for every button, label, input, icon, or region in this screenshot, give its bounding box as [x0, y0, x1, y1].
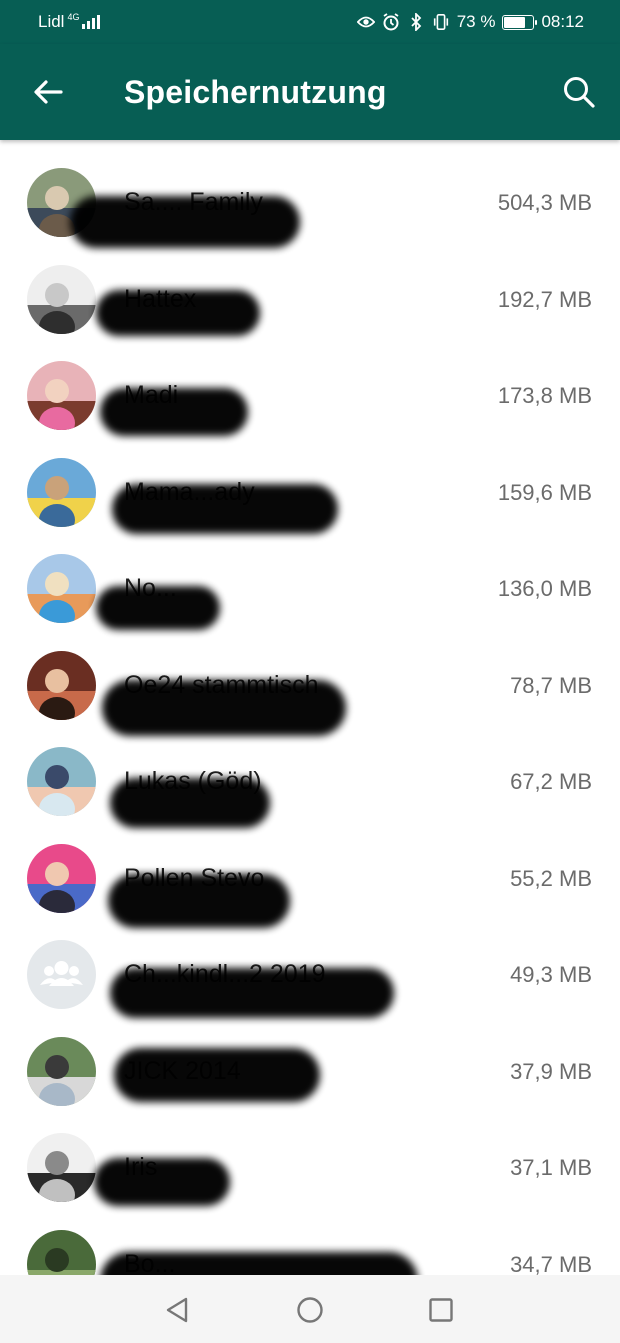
storage-size: 67,2 MB — [510, 769, 592, 794]
signal-icon — [82, 15, 101, 29]
home-circle-icon — [297, 1297, 323, 1323]
page-title: Speichernutzung — [124, 74, 387, 110]
nav-back-button[interactable] — [162, 1295, 192, 1325]
avatar — [27, 1133, 96, 1202]
back-button[interactable] — [30, 76, 66, 108]
storage-size: 192,7 MB — [497, 286, 592, 312]
chat-row[interactable]: JICK 201437,9 MB — [0, 1009, 620, 1106]
storage-size: 55,2 MB — [510, 865, 592, 891]
clock-label: 08:12 — [541, 12, 584, 31]
alarm-icon — [382, 13, 400, 31]
bluetooth-icon — [407, 13, 425, 31]
battery-icon — [502, 14, 538, 30]
vibrate-icon — [432, 13, 450, 31]
storage-size: 49,3 MB — [510, 962, 592, 987]
battery-percent-label: 73 % — [456, 12, 496, 31]
search-button[interactable] — [558, 72, 600, 112]
avatar — [27, 747, 96, 816]
avatar — [27, 457, 96, 527]
avatar — [27, 1036, 96, 1106]
nav-recents-button[interactable] — [426, 1295, 456, 1325]
status-right: 73 % 08:12 — [356, 12, 584, 32]
chat-row[interactable]: Iris37,1 MB — [0, 1105, 620, 1206]
storage-size: 37,9 MB — [510, 1058, 592, 1084]
status-left: Lidl 4G — [38, 11, 101, 32]
chat-row[interactable]: Oe24 stammtisch78,7 MB — [0, 623, 620, 736]
chat-row[interactable]: Madi173,8 MB — [0, 333, 620, 436]
app-bar: Speichernutzung — [0, 44, 620, 140]
redaction-scribble — [94, 1158, 230, 1206]
recents-square-icon — [429, 1298, 453, 1322]
back-triangle-icon — [166, 1297, 188, 1323]
chat-row[interactable]: Pollen Stevo55,2 MB — [0, 816, 620, 928]
arrow-left-icon — [34, 80, 63, 104]
storage-size: 78,7 MB — [510, 672, 592, 698]
avatar — [27, 361, 96, 430]
storage-size: 159,6 MB — [497, 479, 592, 505]
battery-fill — [504, 16, 525, 28]
avatar — [27, 843, 96, 913]
search-icon — [564, 77, 595, 108]
storage-size: 37,1 MB — [510, 1155, 592, 1180]
storage-size: 136,0 MB — [497, 576, 592, 601]
carrier-label: Lidl — [38, 12, 65, 31]
chat-row[interactable]: Sa.... Family504,3 MB — [0, 140, 620, 248]
redaction-scribble — [96, 290, 260, 336]
eye-icon — [356, 13, 375, 31]
storage-size: 504,3 MB — [497, 190, 592, 215]
storage-size: 173,8 MB — [497, 383, 592, 408]
avatar — [27, 940, 96, 1009]
chat-row[interactable]: No...136,0 MB — [0, 526, 620, 630]
chat-row[interactable]: Hattex192,7 MB — [0, 237, 620, 336]
chat-row[interactable]: Ch...kindl...2 201949,3 MB — [0, 912, 620, 1018]
nav-home-button[interactable] — [295, 1295, 325, 1325]
chat-row[interactable]: Lukas (Göd)67,2 MB — [0, 719, 620, 828]
avatar — [27, 650, 96, 720]
avatar — [27, 554, 96, 623]
redaction-scribble — [114, 1048, 320, 1102]
storage-size: 34,7 MB — [510, 1251, 592, 1277]
avatar — [27, 264, 96, 334]
network-type-label: 4G — [67, 11, 80, 22]
navigation-bar — [0, 1275, 620, 1343]
chat-row[interactable]: Mama...ady159,6 MB — [0, 430, 620, 534]
status-bar: Lidl 4G 73 % 08:12 — [0, 0, 620, 44]
